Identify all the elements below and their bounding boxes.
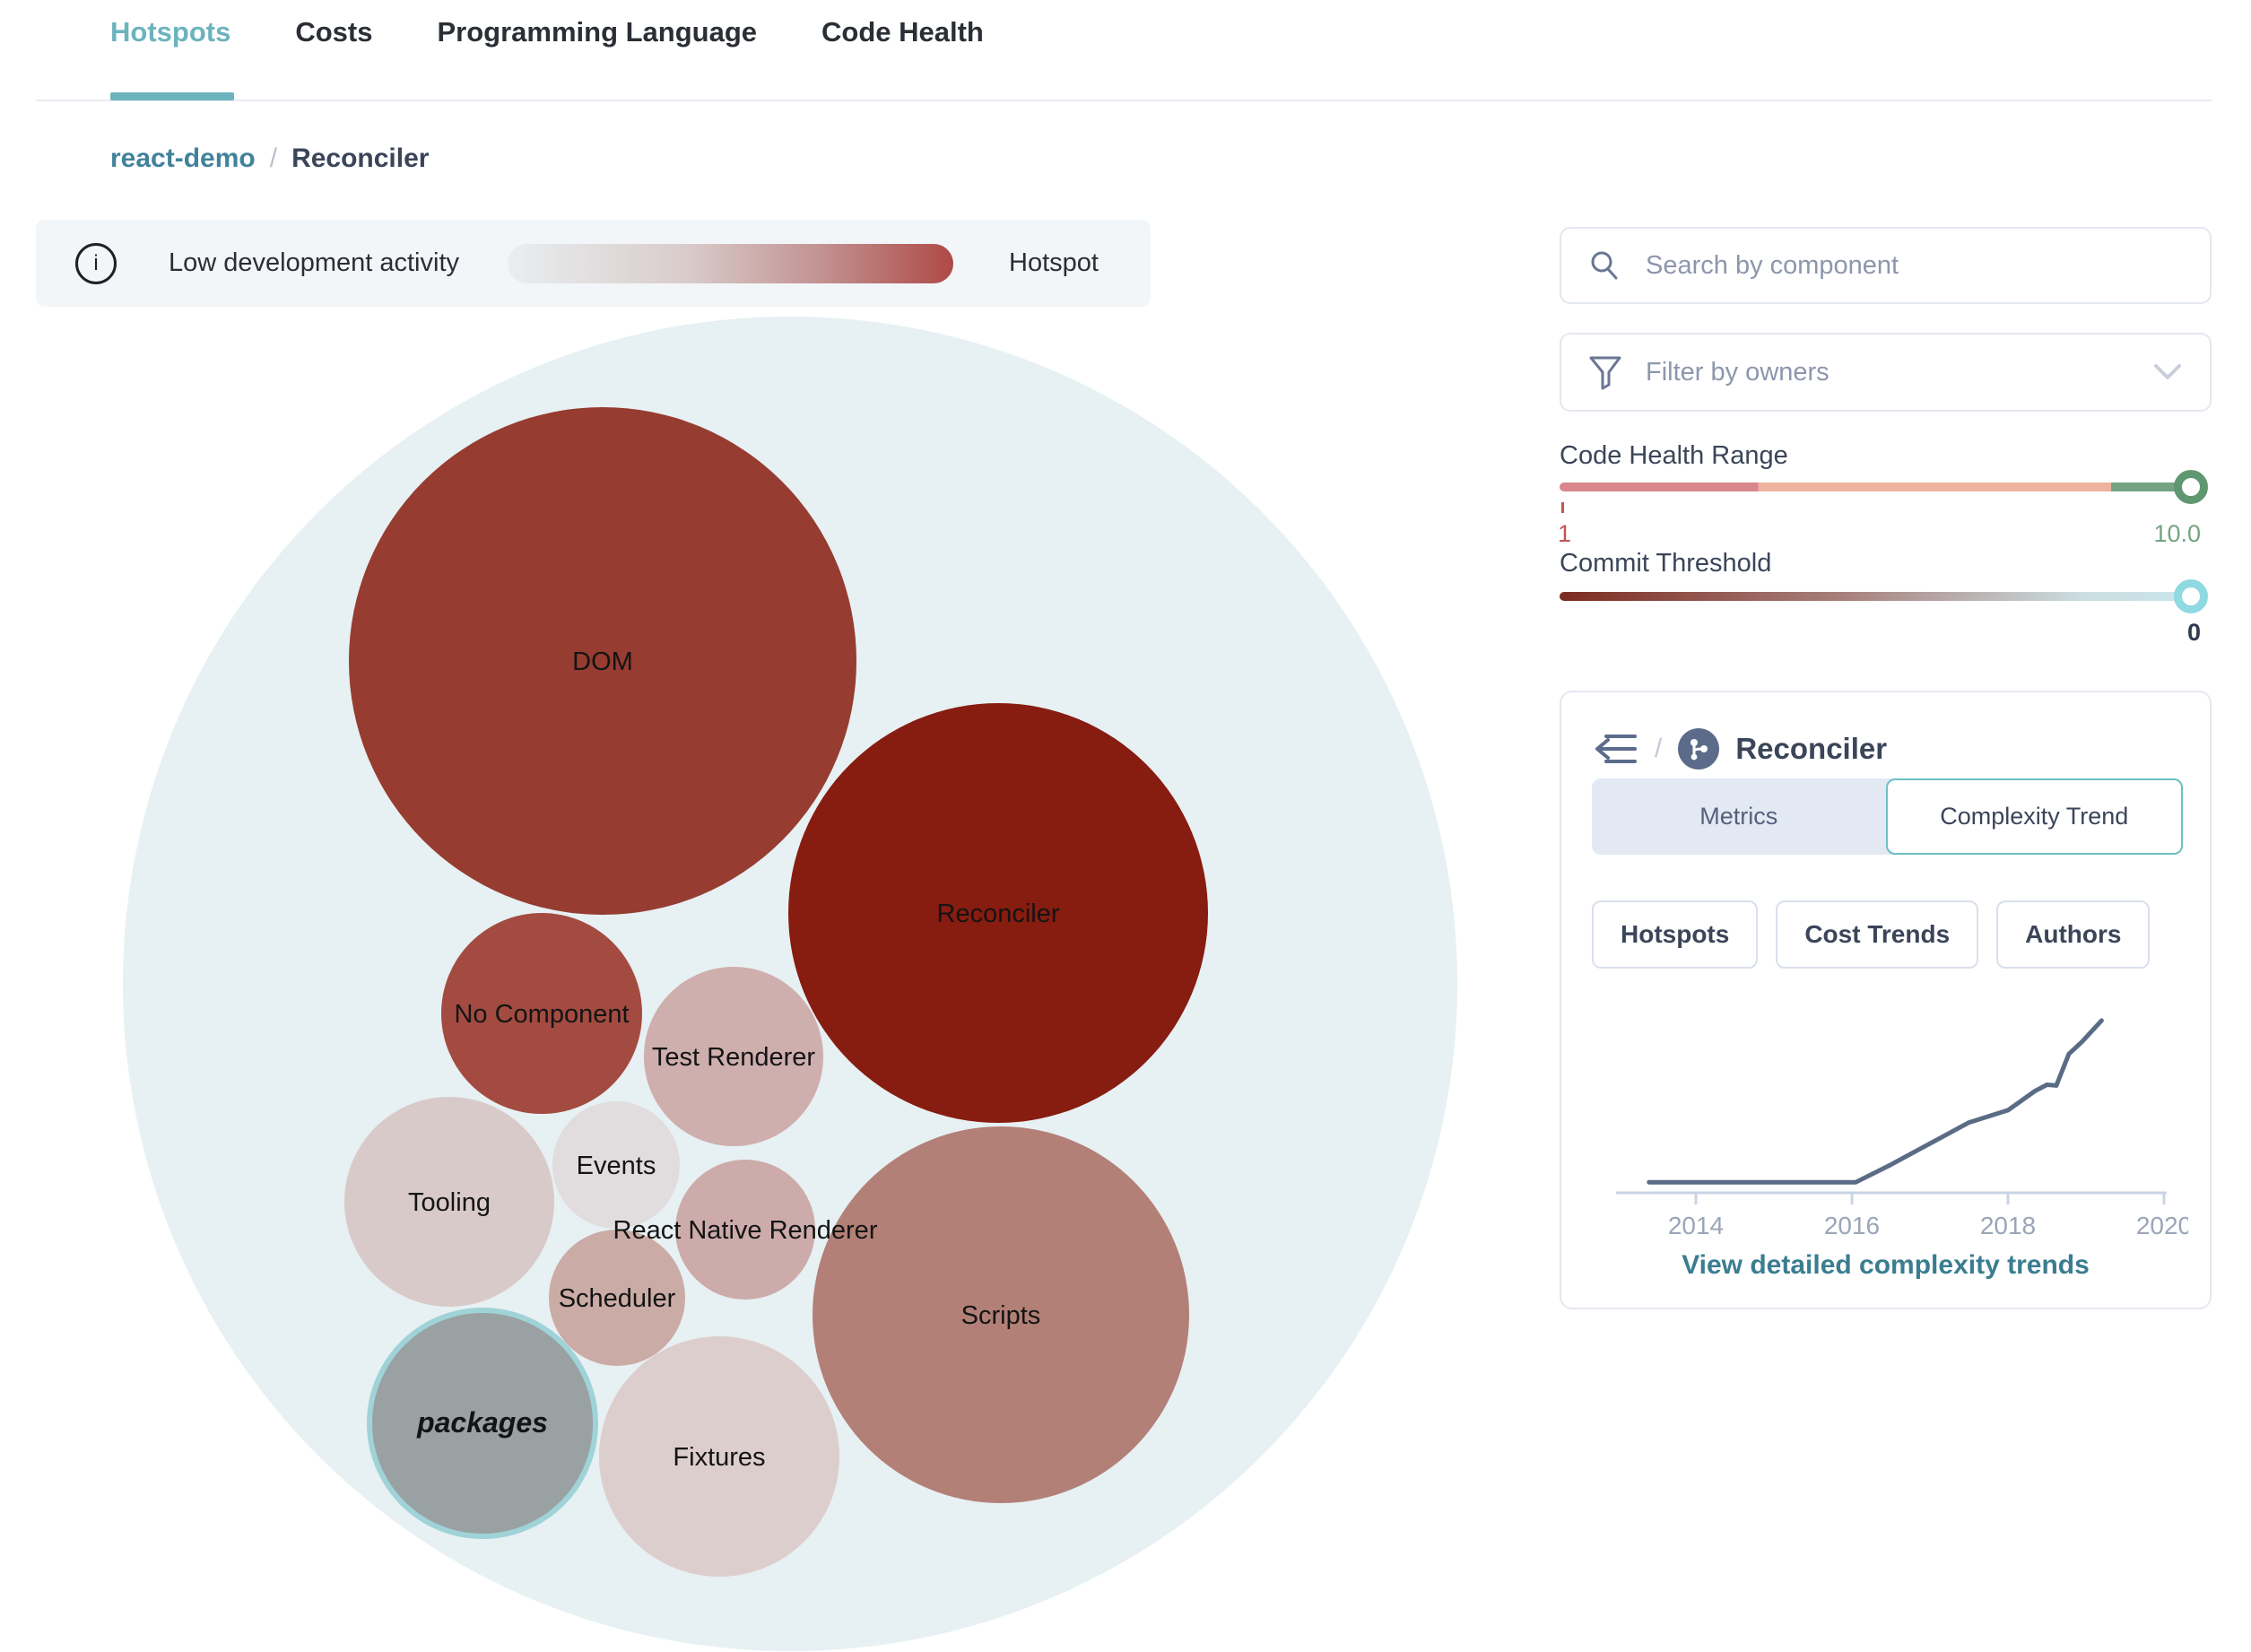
active-tab-underline <box>110 92 234 100</box>
bubble-label-fixtures: Fixtures <box>673 1443 765 1472</box>
code-health-max-value: 10.0 <box>2153 520 2201 547</box>
bubble-label-react-native-renderer: React Native Renderer <box>613 1216 878 1245</box>
trend-tick-label-2014: 2014 <box>1668 1212 1724 1239</box>
legend-hotspot-label: Hotspot <box>1009 248 1099 277</box>
owners-filter-dropdown[interactable]: Filter by owners <box>1560 333 2212 412</box>
trend-tick-label-2016: 2016 <box>1824 1212 1880 1239</box>
detail-card-header: / Reconciler <box>1592 728 1887 769</box>
breadcrumb: react-demo / Reconciler <box>110 143 429 174</box>
git-branch-icon <box>1678 728 1720 769</box>
complexity-trend-chart: 2014 2016 2018 2020 <box>1616 1018 2188 1239</box>
authors-button[interactable]: Authors <box>1996 900 2151 969</box>
funnel-icon <box>1589 356 1621 390</box>
activity-gradient-bar <box>508 243 953 283</box>
legend-low-label: Low development activity <box>169 248 459 277</box>
tab-metrics[interactable]: Metrics <box>1592 778 1886 855</box>
tab-costs[interactable]: Costs <box>295 16 372 48</box>
search-icon <box>1591 251 1618 280</box>
trend-tick-label-2018: 2018 <box>1980 1212 2036 1239</box>
chevron-down-icon <box>2154 364 2181 379</box>
activity-legend: i Low development activity Hotspot <box>36 220 1151 307</box>
hotspots-button[interactable]: Hotspots <box>1592 900 1759 969</box>
bubble-label-events: Events <box>577 1152 656 1180</box>
code-health-range-label: Code Health Range <box>1560 441 1788 470</box>
code-health-slider-handle[interactable] <box>2174 470 2208 504</box>
tab-programming-language[interactable]: Programming Language <box>437 16 757 48</box>
cost-trends-button[interactable]: Cost Trends <box>1776 900 1979 969</box>
hotspots-page: DOM Reconciler No Component Test Renderer Ev… <box>0 0 2251 1652</box>
owners-filter-label: Filter by owners <box>1646 357 1829 387</box>
commit-threshold-slider-handle[interactable] <box>2174 579 2208 613</box>
code-health-slider[interactable] <box>1560 470 2208 504</box>
metrics-trend-segmented-control: Metrics Complexity Trend <box>1592 778 2183 855</box>
back-to-list-icon[interactable] <box>1592 728 1638 769</box>
top-tab-bar: Hotspots Costs Programming Language Code… <box>110 16 984 48</box>
bubble-label-scripts: Scripts <box>961 1301 1041 1330</box>
search-box[interactable] <box>1560 227 2212 304</box>
detail-action-buttons: Hotspots Cost Trends Authors <box>1592 900 2151 969</box>
bubble-label-tooling: Tooling <box>408 1188 491 1217</box>
breadcrumb-current: Reconciler <box>291 143 430 173</box>
bubble-label-no-component: No Component <box>454 1000 629 1029</box>
commit-threshold-slider[interactable] <box>1560 579 2208 613</box>
bubble-label-test-renderer: Test Renderer <box>652 1043 815 1072</box>
bubble-label-reconciler: Reconciler <box>937 900 1060 928</box>
tab-code-health[interactable]: Code Health <box>821 16 984 48</box>
bubble-label-dom: DOM <box>572 648 633 676</box>
info-icon[interactable]: i <box>75 242 117 284</box>
breadcrumb-separator: / <box>269 143 278 173</box>
detail-card-title: Reconciler <box>1735 732 1888 765</box>
tab-complexity-trend[interactable]: Complexity Trend <box>1885 778 2183 855</box>
tab-hotspots[interactable]: Hotspots <box>110 16 230 48</box>
code-health-min-tick <box>1561 502 1564 513</box>
tab-separator-line <box>36 100 2212 101</box>
card-path-separator: / <box>1655 734 1663 763</box>
search-input[interactable] <box>1644 249 2183 282</box>
bubble-label-packages: packages <box>416 1406 548 1439</box>
trend-tick-label-2020: 2020 <box>2136 1212 2188 1239</box>
bubble-label-scheduler: Scheduler <box>559 1284 676 1313</box>
commit-threshold-label: Commit Threshold <box>1560 549 1772 578</box>
commit-threshold-value: 0 <box>2186 619 2201 646</box>
breadcrumb-project-link[interactable]: react-demo <box>110 143 256 174</box>
complexity-trend-line <box>1647 1018 2104 1185</box>
